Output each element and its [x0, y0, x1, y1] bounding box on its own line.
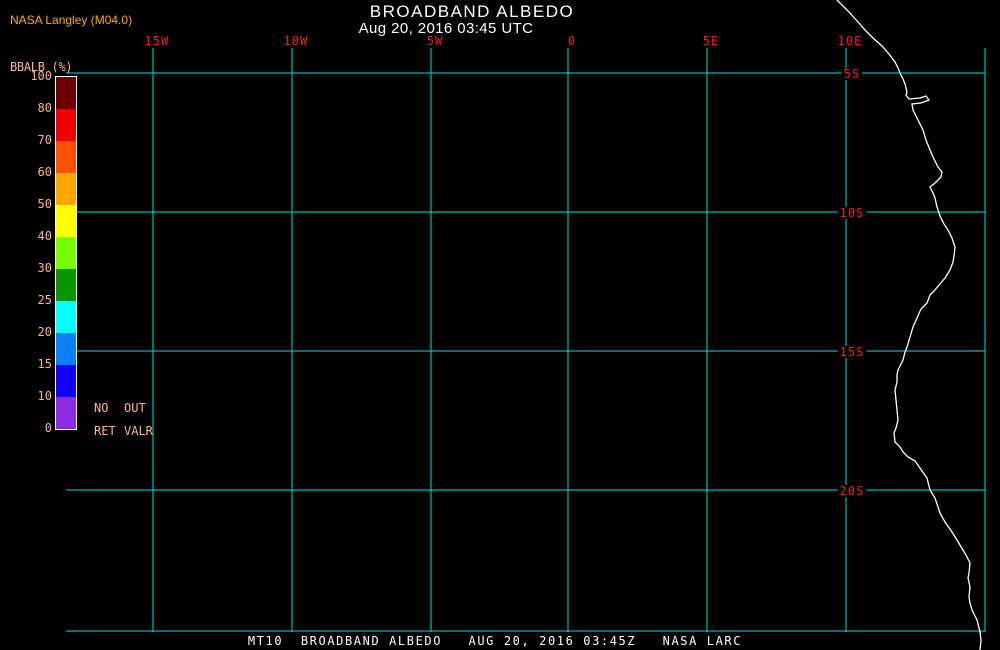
- latitude-label: 20S: [837, 484, 867, 498]
- map-canvas: [66, 0, 986, 650]
- longitude-label: 10E: [837, 34, 863, 48]
- coastline: [836, 0, 982, 650]
- colorbar: [55, 76, 77, 430]
- colorbar-tick: 0: [44, 421, 52, 435]
- colorbar-segment: [56, 333, 76, 365]
- colorbar-tick: 20: [37, 325, 52, 339]
- page-title: BROADBAND ALBEDO: [369, 2, 575, 21]
- colorbar-segment: [56, 173, 76, 205]
- longitude-label: 10W: [283, 34, 309, 48]
- legend-valr: VALR: [124, 424, 153, 438]
- colorbar-segment: [56, 109, 76, 141]
- longitude-label: 5W: [426, 34, 444, 48]
- lat-lon-gridlines: [66, 48, 986, 632]
- colorbar-tick: 40: [37, 229, 52, 243]
- timestamp-label: Aug 20, 2016 03:45 UTC: [358, 20, 534, 37]
- footer-caption: MT10 BROADBAND ALBEDO AUG 20, 2016 03:45…: [247, 634, 743, 648]
- agency-label: NASA Langley (M04.0): [10, 13, 133, 27]
- longitude-label: 5E: [702, 34, 720, 48]
- colorbar-tick: 30: [37, 261, 52, 275]
- colorbar-segment: [56, 237, 76, 269]
- legend-no: NO: [94, 401, 109, 415]
- legend-out: OUT: [124, 401, 146, 415]
- colorbar-segment: [56, 77, 76, 109]
- colorbar-segment: [56, 301, 76, 333]
- colorbar-tick: 50: [37, 197, 52, 211]
- retrieval-legend: NO OUT RET VALR: [94, 402, 153, 438]
- colorbar-tick: 10: [37, 389, 52, 403]
- colorbar-segment: [56, 205, 76, 237]
- longitude-label: 0: [567, 34, 577, 48]
- legend-ret: RET: [94, 424, 116, 438]
- colorbar-segment: [56, 141, 76, 173]
- colorbar-tick: 70: [37, 133, 52, 147]
- colorbar-tick: 25: [37, 293, 52, 307]
- colorbar-tick: 15: [37, 357, 52, 371]
- longitude-label: 15W: [144, 34, 170, 48]
- colorbar-segment: [56, 397, 76, 429]
- colorbar-tick: 80: [37, 101, 52, 115]
- latitude-label: 10S: [837, 206, 867, 220]
- latitude-label: 5S: [841, 67, 863, 81]
- viewport: NASA Langley (M04.0) BROADBAND ALBEDO Au…: [0, 0, 1000, 650]
- colorbar-segment: [56, 269, 76, 301]
- colorbar-tick: 60: [37, 165, 52, 179]
- latitude-label: 15S: [837, 345, 867, 359]
- colorbar-tick: 100: [30, 69, 52, 83]
- colorbar-segment: [56, 365, 76, 397]
